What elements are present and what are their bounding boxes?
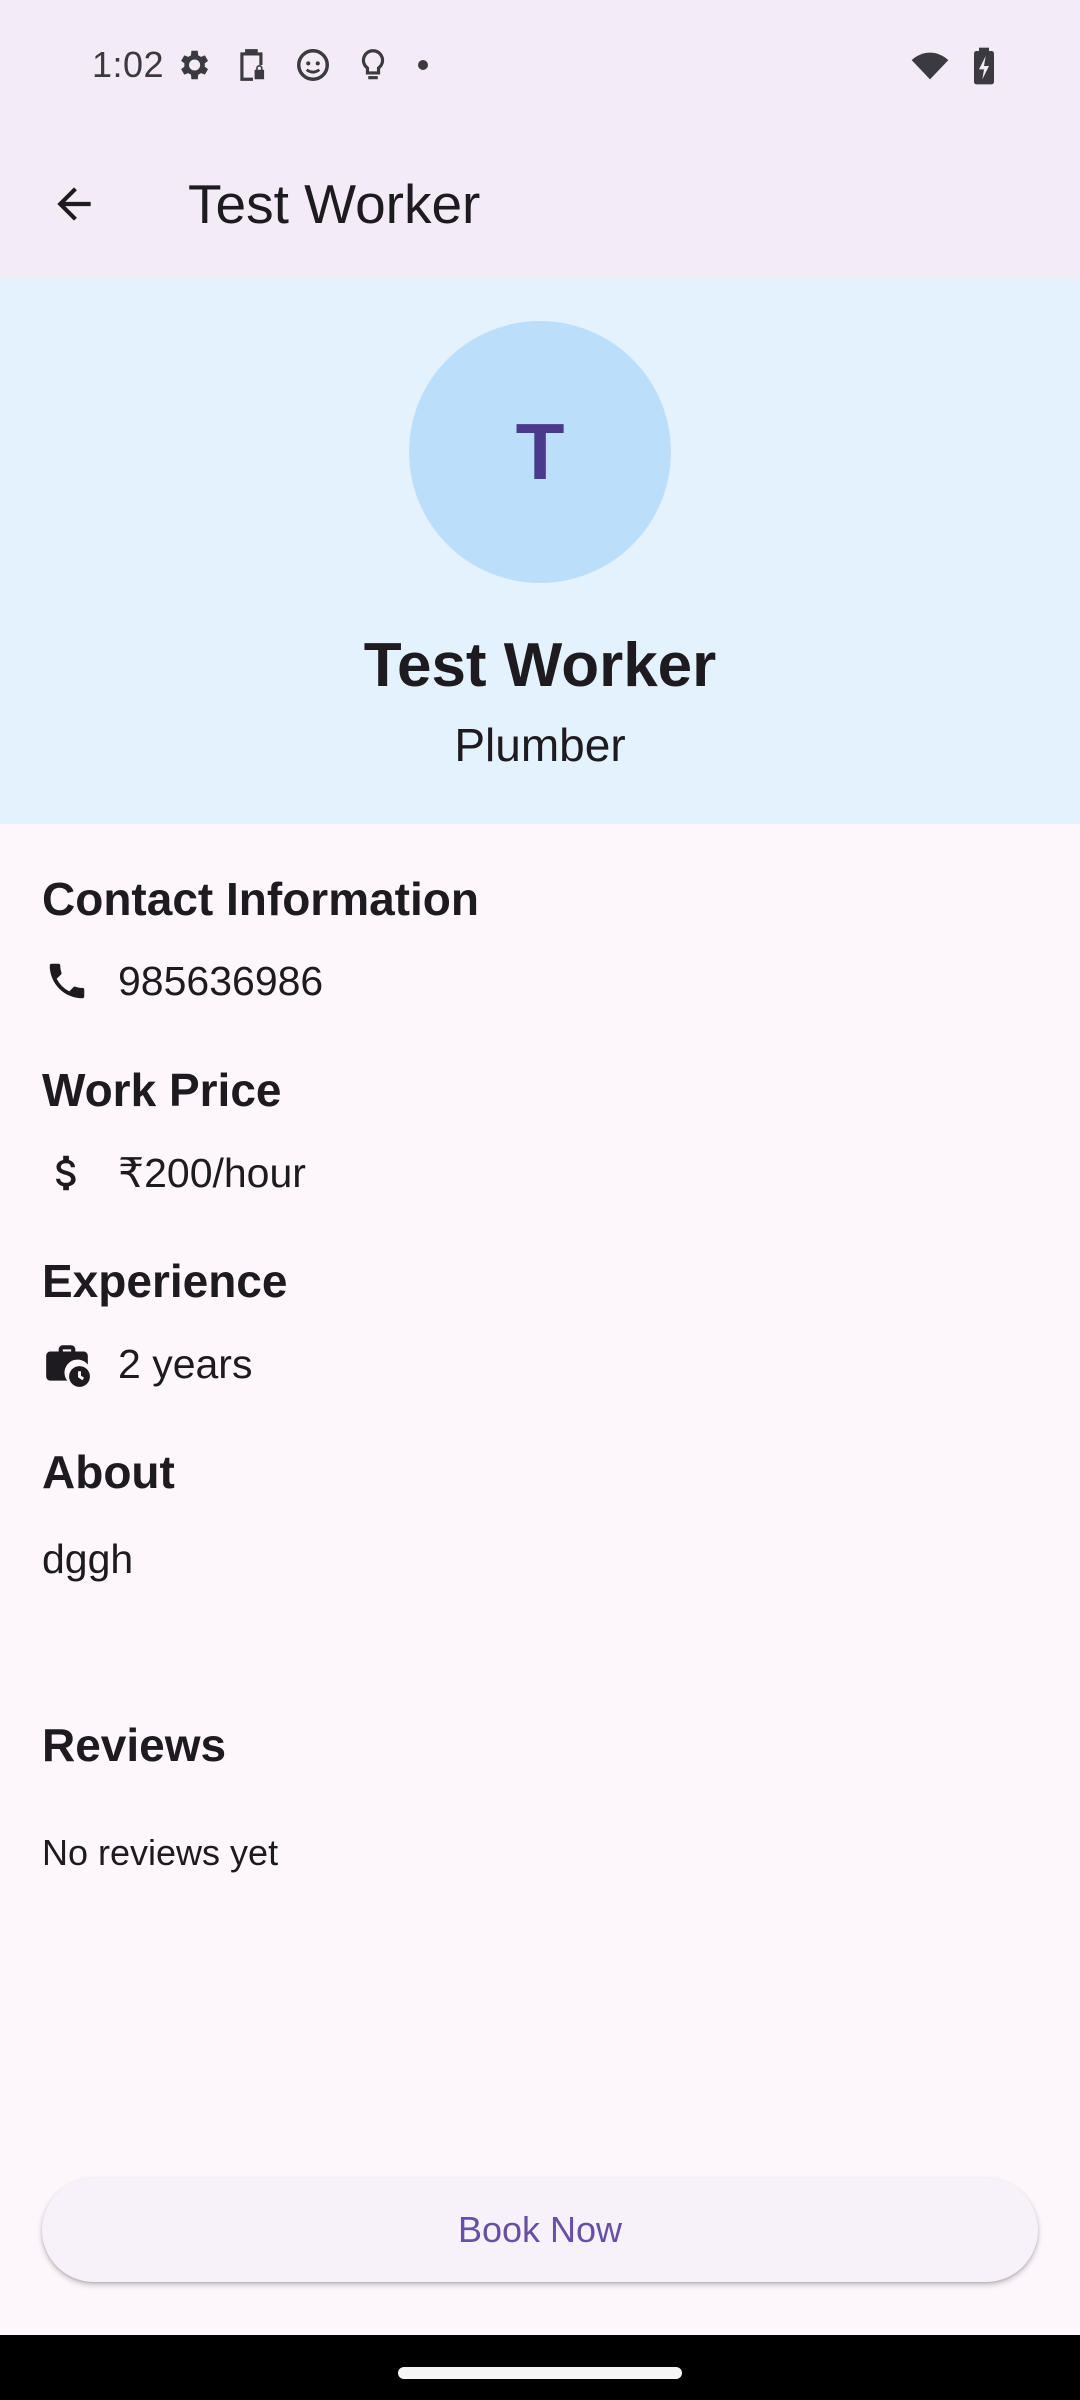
worker-profession: Plumber bbox=[454, 719, 626, 771]
dot-icon bbox=[418, 60, 428, 70]
experience-row: 2 years bbox=[42, 1339, 252, 1389]
system-navigation-bar bbox=[0, 2335, 1080, 2400]
reviews-section-title: Reviews bbox=[42, 1719, 227, 1771]
cat-face-icon bbox=[294, 46, 332, 84]
work-price-row: ₹200/hour bbox=[42, 1148, 306, 1198]
settings-icon bbox=[174, 46, 212, 84]
work-history-icon bbox=[42, 1339, 92, 1389]
status-icons-left bbox=[174, 46, 428, 84]
profile-header: T Test Worker Plumber bbox=[0, 278, 1080, 824]
clipboard-lock-icon bbox=[234, 46, 272, 84]
no-reviews-text: No reviews yet bbox=[42, 1832, 279, 1873]
contact-row[interactable]: 985636986 bbox=[42, 956, 323, 1006]
experience-value: 2 years bbox=[118, 1340, 253, 1387]
book-now-button[interactable]: Book Now bbox=[42, 2178, 1038, 2282]
avatar: T bbox=[409, 321, 671, 583]
page-title: Test Worker bbox=[188, 173, 481, 235]
worker-name: Test Worker bbox=[363, 631, 717, 700]
status-bar: 1:02 bbox=[0, 0, 1080, 136]
wifi-icon bbox=[910, 46, 950, 91]
app-bar: Test Worker bbox=[0, 136, 1080, 278]
back-button[interactable] bbox=[38, 168, 110, 240]
phone-number: 985636986 bbox=[118, 957, 324, 1004]
dollar-icon bbox=[42, 1148, 92, 1198]
lightbulb-icon bbox=[354, 46, 392, 84]
status-icons-right bbox=[910, 46, 996, 91]
work-price-section-title: Work Price bbox=[42, 1064, 282, 1116]
home-gesture-handle[interactable] bbox=[398, 2367, 682, 2379]
arrow-back-icon bbox=[57, 187, 91, 221]
about-section-title: About bbox=[42, 1446, 175, 1498]
phone-icon bbox=[42, 956, 92, 1006]
work-price-value: ₹200/hour bbox=[118, 1150, 306, 1196]
battery-charging-icon bbox=[972, 46, 996, 91]
experience-section-title: Experience bbox=[42, 1255, 288, 1307]
status-time: 1:02 bbox=[92, 44, 165, 85]
about-text: dggh bbox=[42, 1536, 134, 1582]
contact-section-title: Contact Information bbox=[42, 873, 479, 925]
